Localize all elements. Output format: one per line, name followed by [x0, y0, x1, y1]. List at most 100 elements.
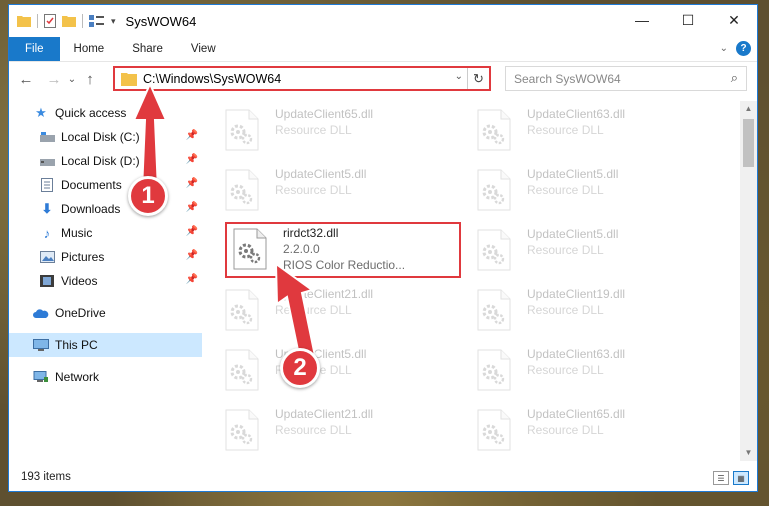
sidebar-item-local-disk-c[interactable]: Local Disk (C:) 📌 [9, 125, 202, 149]
sidebar-item-pictures[interactable]: Pictures 📌 [9, 245, 202, 269]
sidebar-item-music[interactable]: ♪ Music 📌 [9, 221, 202, 245]
view-options-icon[interactable] [89, 15, 105, 27]
tab-home[interactable]: Home [60, 37, 119, 61]
dll-file-icon [477, 349, 515, 393]
quick-access-toolbar: ▾ [9, 14, 116, 28]
vertical-scrollbar[interactable]: ▲ ▼ [740, 101, 757, 461]
file-info: UpdateClient5.dll Resource DLL [527, 227, 618, 257]
details-view-icon[interactable]: ☰ [713, 471, 729, 485]
file-name: UpdateClient65.dll [527, 407, 626, 421]
folder-icon[interactable] [17, 15, 31, 27]
sidebar-item-label: Documents [61, 178, 122, 192]
sidebar-item-label: Local Disk (C:) [61, 130, 140, 144]
address-path[interactable]: C:\Windows\SysWOW64 [143, 72, 281, 86]
file-item[interactable]: UpdateClient21.dll Resource DLL [219, 285, 455, 341]
refresh-button[interactable]: ↻ [467, 68, 489, 89]
dll-file-icon [477, 169, 515, 213]
sidebar-item-downloads[interactable]: ⬇ Downloads 📌 [9, 197, 202, 221]
window-title: SysWOW64 [125, 13, 197, 29]
star-icon: ★ [35, 105, 47, 120]
file-name: UpdateClient21.dll [275, 407, 374, 421]
customize-toolbar-icon[interactable]: ▾ [111, 16, 116, 27]
large-icons-view-icon[interactable]: ▦ [733, 471, 749, 485]
tab-view[interactable]: View [177, 37, 230, 61]
navigation-pane: ★ Quick access Local Disk (C:) 📌 Local D… [9, 101, 202, 461]
dll-file-icon [225, 349, 263, 393]
scroll-down-icon[interactable]: ▼ [740, 445, 757, 461]
file-item[interactable]: UpdateClient65.dll Resource DLL [471, 405, 707, 461]
file-item[interactable]: UpdateClient21.dll Resource DLL [219, 405, 455, 461]
downloads-icon: ⬇ [41, 201, 53, 216]
file-description: Resource DLL [275, 303, 352, 317]
minimize-button[interactable]: — [619, 5, 665, 35]
pin-icon[interactable]: 📌 [186, 154, 198, 165]
file-item-selected[interactable]: rirdct32.dll 2.2.0.0 RIOS Color Reductio..… [225, 222, 461, 278]
navigation-bar: ← → ⌄ ↑ C:\Windows\SysWOW64 ⌄ ↻ Search S… [9, 63, 757, 95]
file-item[interactable]: UpdateClient5.dllResource DLL [219, 345, 455, 401]
sidebar-item-documents[interactable]: Documents 📌 [9, 173, 202, 197]
sidebar-item-videos[interactable]: Videos 📌 [9, 269, 202, 293]
file-item[interactable]: UpdateClient65.dll Resource DLL [219, 105, 455, 161]
file-item[interactable]: UpdateClient63.dll Resource DLL [471, 345, 707, 401]
pin-icon[interactable]: 📌 [186, 130, 198, 141]
pin-icon[interactable]: 📌 [186, 178, 198, 189]
sidebar-item-this-pc[interactable]: This PC [9, 333, 202, 357]
tab-file[interactable]: File [9, 37, 60, 61]
sidebar-item-label: Local Disk (D:) [61, 154, 140, 168]
help-button[interactable]: ? [736, 41, 751, 56]
dll-file-icon [225, 169, 263, 213]
forward-button[interactable]: → [43, 71, 65, 88]
divider [37, 14, 38, 28]
file-item[interactable]: UpdateClient19.dll Resource DLL [471, 285, 707, 341]
drive-icon [39, 129, 55, 145]
sidebar-item-label: Network [55, 370, 100, 384]
chevron-down-icon[interactable]: ⌄ [720, 43, 728, 54]
file-item[interactable]: UpdateClient5.dllResource DLL [471, 225, 707, 281]
properties-icon[interactable] [44, 14, 56, 28]
close-button[interactable]: ✕ [711, 5, 757, 35]
network-icon [33, 369, 49, 385]
pin-icon[interactable]: 📌 [186, 202, 198, 213]
file-item[interactable]: UpdateClient5.dllResource DLL [471, 165, 707, 221]
pin-icon[interactable]: 📌 [186, 250, 198, 261]
file-description: RIOS Color Reductio... [283, 258, 406, 272]
file-version: 2.2.0.0 [283, 242, 320, 256]
back-button[interactable]: ← [15, 71, 37, 88]
file-info: UpdateClient65.dll Resource DLL [527, 407, 625, 437]
explorer-window: ▾ SysWOW64 — ☐ ✕ File Home Share View ⌄ … [8, 4, 758, 492]
sidebar-item-label: Pictures [61, 250, 105, 264]
file-name: UpdateClient21.dll [275, 287, 374, 301]
drive-icon [39, 153, 55, 169]
file-info: rirdct32.dll 2.2.0.0 RIOS Color Reductio..… [283, 226, 405, 272]
new-folder-icon[interactable] [62, 15, 76, 27]
scrollbar-thumb[interactable] [743, 119, 754, 167]
file-item[interactable]: UpdateClient5.dllResource DLL [219, 165, 455, 221]
file-item[interactable]: UpdateClient63.dll Resource DLL [471, 105, 707, 161]
file-description: Resource DLL [275, 423, 352, 437]
tab-share[interactable]: Share [118, 37, 177, 61]
file-name: UpdateClient5.dll [527, 167, 619, 181]
up-button[interactable]: ↑ [79, 71, 101, 88]
dll-file-icon [477, 409, 515, 453]
file-description: Resource DLL [527, 243, 604, 257]
maximize-button[interactable]: ☐ [665, 5, 711, 35]
sidebar-item-label: Videos [61, 274, 98, 288]
chevron-down-icon[interactable]: ⌄ [455, 71, 463, 82]
ribbon-right: ⌄ ? [720, 41, 751, 56]
pin-icon[interactable]: 📌 [186, 274, 198, 285]
recent-locations-button[interactable]: ⌄ [65, 74, 79, 85]
search-input[interactable]: Search SysWOW64 ⌕ [505, 66, 747, 91]
sidebar-item-local-disk-d[interactable]: Local Disk (D:) 📌 [9, 149, 202, 173]
address-bar[interactable]: C:\Windows\SysWOW64 ⌄ ↻ [113, 66, 491, 91]
file-name: UpdateClient19.dll [527, 287, 626, 301]
title-bar: ▾ SysWOW64 — ☐ ✕ [9, 5, 757, 37]
sidebar-item-network[interactable]: Network [9, 365, 202, 389]
search-placeholder: Search SysWOW64 [514, 71, 621, 86]
sidebar-item-quick-access[interactable]: ★ Quick access [9, 101, 202, 125]
file-description: Resource DLL [275, 123, 352, 137]
pin-icon[interactable]: 📌 [186, 226, 198, 237]
sidebar-item-onedrive[interactable]: OneDrive [9, 301, 202, 325]
pictures-icon [39, 249, 55, 265]
sidebar-item-label: Quick access [55, 106, 127, 120]
scroll-up-icon[interactable]: ▲ [740, 101, 757, 117]
